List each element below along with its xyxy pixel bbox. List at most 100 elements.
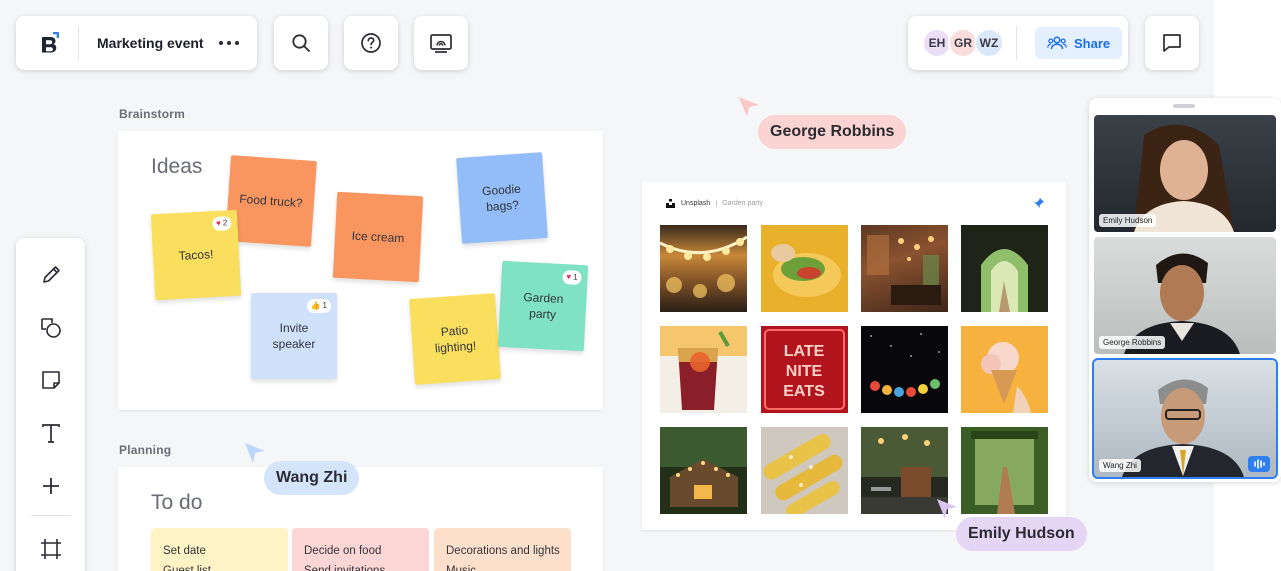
reaction-badge[interactable]: ♥ 2 (211, 216, 232, 232)
neon-line: NITE (786, 363, 823, 380)
reaction-badge[interactable]: ♥ 1 (561, 269, 582, 285)
gallery-image-cabin-lights[interactable] (660, 427, 747, 514)
speaking-indicator (1248, 456, 1270, 472)
present-button[interactable] (414, 16, 468, 70)
todo-item[interactable]: Decide on food (304, 541, 429, 561)
ideas-title: Ideas (151, 155, 203, 178)
reaction-count: 2 (222, 218, 228, 228)
help-icon (361, 33, 381, 53)
sticky-note[interactable]: Goodie bags? (456, 152, 548, 244)
todo-item[interactable]: Guest list (163, 561, 288, 571)
reaction-count: 1 (572, 272, 578, 282)
audio-waveform-icon (1254, 459, 1265, 469)
lanterns-image (870, 333, 940, 397)
reaction-count: 1 (322, 301, 327, 310)
share-button[interactable]: Share (1035, 27, 1123, 59)
shapes-icon (40, 317, 61, 338)
sticky-text: Goodie bags? (481, 181, 522, 215)
share-label: Share (1074, 35, 1111, 51)
video-tile[interactable]: Emily Hudson (1094, 115, 1276, 232)
todo-item[interactable]: Decorations and lights (446, 541, 571, 561)
sticky-text: Invite speaker (272, 321, 316, 351)
divider (1016, 26, 1017, 60)
neon-sign-image: LATE NITE EATS (764, 329, 845, 410)
text-tool[interactable] (31, 414, 71, 452)
participant-name: Wang Zhi (1099, 459, 1141, 472)
video-tile-active-speaker[interactable]: Wang Zhi (1092, 358, 1278, 479)
gallery-image-garden-path[interactable] (961, 427, 1048, 514)
gallery-source: Unsplash (681, 200, 711, 207)
collaborators-bar: EH GR WZ Share (908, 16, 1128, 70)
pin-icon[interactable] (1034, 198, 1044, 208)
cast-icon (430, 34, 452, 53)
sticky-text: Food truck? (238, 191, 304, 211)
more-dots-icon (219, 41, 239, 45)
search-button[interactable] (274, 16, 328, 70)
planning-section-label: Planning (119, 443, 172, 457)
frame-tool[interactable] (31, 530, 71, 568)
todo-item[interactable]: Send invitations (304, 561, 429, 571)
corn-image (763, 434, 843, 514)
avatar[interactable]: WZ (974, 28, 1004, 58)
todo-item[interactable]: Music (446, 561, 571, 571)
sticky-note-tool[interactable] (31, 361, 71, 399)
participant-name: George Robbins (1099, 336, 1166, 349)
reaction-badge[interactable]: 👍 1 (306, 299, 331, 313)
string-lights-image (660, 235, 747, 298)
divider (78, 26, 79, 60)
more-options-button[interactable] (209, 23, 249, 63)
ice-cream-image (981, 342, 1031, 413)
sangria-image (660, 326, 747, 410)
cursor-arrow-icon (937, 499, 957, 519)
todo-title: To do (151, 491, 203, 514)
sticky-text: Patio lighting! (434, 323, 477, 356)
gallery-image-late-nite-eats-neon[interactable]: LATE NITE EATS (761, 326, 848, 413)
video-call-panel[interactable]: Emily Hudson George Robbins Wang Zhi (1089, 98, 1281, 482)
unsplash-logo-icon (666, 199, 675, 208)
people-icon (1047, 36, 1067, 50)
comment-icon (1163, 34, 1181, 52)
heart-icon: ♥ (566, 272, 572, 282)
sticky-text: Garden party (523, 289, 564, 322)
sticky-note[interactable]: Patio lighting! (409, 293, 501, 385)
restaurant-image (867, 235, 941, 305)
neon-line: EATS (783, 383, 825, 400)
divider (30, 515, 71, 517)
plus-icon (42, 477, 59, 494)
help-button[interactable] (344, 16, 398, 70)
video-tile[interactable]: George Robbins (1094, 237, 1276, 354)
sticky-note[interactable]: Ice cream (332, 191, 424, 283)
avatar-group: EH GR WZ (922, 28, 1004, 58)
pen-icon (42, 266, 60, 283)
app-logo[interactable] (36, 29, 64, 57)
text-icon (41, 423, 60, 443)
sticky-note-icon (41, 371, 60, 389)
gallery-image-restaurant-interior[interactable] (861, 225, 948, 312)
sticky-note[interactable]: Garden party ♥ 1 (497, 260, 589, 352)
todo-column[interactable]: Set date Guest list (151, 528, 288, 571)
cursor-arrow-icon (245, 443, 265, 463)
garden-path-image (961, 427, 1048, 514)
shapes-tool[interactable] (31, 309, 71, 347)
gallery-image-string-lights[interactable] (660, 225, 747, 312)
drag-handle[interactable] (1173, 104, 1195, 108)
board-title[interactable]: Marketing event (97, 35, 209, 51)
pen-tool[interactable] (31, 256, 71, 294)
todo-column[interactable]: Decorations and lights Music (434, 528, 571, 571)
comments-button[interactable] (1145, 16, 1199, 70)
board-header: Marketing event (16, 16, 257, 70)
todo-column[interactable]: Decide on food Send invitations (292, 528, 429, 571)
gallery-image-grilled-corn[interactable] (761, 427, 848, 514)
todo-item[interactable]: Set date (163, 541, 288, 561)
gallery-image-paper-lanterns[interactable] (861, 326, 948, 413)
gallery-image-garden-archway[interactable] (961, 225, 1048, 312)
gallery-image-ice-cream-cone[interactable] (961, 326, 1048, 413)
sticky-note[interactable]: Tacos! ♥ 2 (150, 209, 242, 301)
search-icon (292, 34, 310, 52)
sticky-note[interactable]: Invite speaker 👍 1 (251, 293, 337, 379)
sticky-note[interactable]: Food truck? (225, 155, 317, 247)
gallery-image-sangria-drink[interactable] (660, 326, 747, 413)
taco-image (771, 244, 841, 297)
gallery-image-taco[interactable] (761, 225, 848, 312)
add-tool[interactable] (31, 467, 71, 505)
